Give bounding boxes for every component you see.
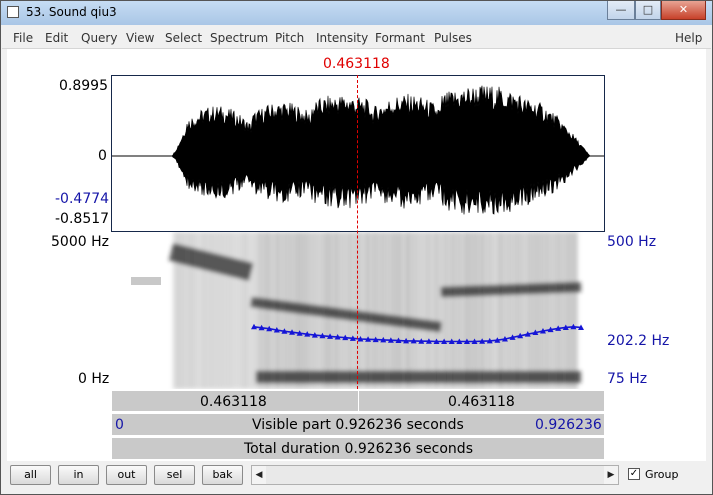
waveform-svg (112, 85, 604, 215)
pitch-mid-label: 202.2 Hz (607, 333, 670, 349)
time-panel-divider (358, 391, 359, 411)
menu-file[interactable]: File (13, 31, 33, 45)
close-button[interactable]: ✕ (661, 1, 706, 20)
spectrogram-freq-max: 5000 Hz (51, 234, 109, 250)
group-checkbox[interactable]: ✓ (628, 468, 640, 480)
menu-edit[interactable]: Edit (45, 31, 68, 45)
time-panel[interactable]: 0.463118 0.463118 (111, 390, 605, 412)
maximize-button[interactable]: □ (635, 1, 661, 20)
waveform-trace (112, 85, 604, 215)
menu-help[interactable]: Help (675, 31, 702, 45)
time-scrollbar[interactable]: ◀ ▶ (251, 465, 619, 485)
zoom-out-button[interactable]: out (106, 465, 147, 485)
spectrogram-freq-min: 0 Hz (78, 371, 110, 387)
visible-end: 0.926236 (535, 417, 602, 433)
spectrogram-svg (111, 232, 605, 389)
visible-start: 0 (115, 417, 124, 433)
window-title: 53. Sound qiu3 (26, 5, 117, 19)
title-bar[interactable]: 53. Sound qiu3 — □ ✕ (1, 1, 712, 25)
spectrogram-energy (168, 232, 582, 389)
menu-pulses[interactable]: Pulses (434, 31, 472, 45)
bottom-toolbar: all in out sel bak ◀ ▶ ✓ Group (2, 461, 711, 493)
total-duration-text: Total duration 0.926236 seconds (244, 441, 473, 457)
zoom-in-button[interactable]: in (58, 465, 99, 485)
menu-query[interactable]: Query (81, 31, 117, 45)
time-panel-left: 0.463118 (200, 394, 267, 410)
total-duration-panel[interactable]: Total duration 0.926236 seconds (111, 437, 605, 460)
menu-spectrum[interactable]: Spectrum (210, 31, 268, 45)
menu-bar: File Edit Query View Select Spectrum Pit… (2, 26, 711, 49)
time-panel-right: 0.463118 (448, 394, 515, 410)
pitch-max-label: 500 Hz (607, 234, 657, 250)
scroll-right-icon[interactable]: ▶ (604, 466, 618, 484)
group-label: Group (645, 468, 679, 481)
praat-sound-window: 53. Sound qiu3 — □ ✕ File Edit Query Vie… (0, 0, 713, 495)
visible-part-text: Visible part 0.926236 seconds (252, 417, 464, 433)
spectrogram-blob (131, 277, 161, 285)
zoom-back-button[interactable]: bak (202, 465, 243, 485)
waveform-y-zero: 0 (98, 148, 107, 164)
waveform-y-min: -0.8517 (55, 211, 110, 227)
menu-formant[interactable]: Formant (375, 31, 425, 45)
waveform-y-min-visible: -0.4774 (55, 191, 110, 207)
menu-select[interactable]: Select (165, 31, 202, 45)
pitch-min-label: 75 Hz (607, 371, 648, 387)
minimize-button[interactable]: — (607, 1, 635, 20)
visible-part-panel[interactable]: 0 Visible part 0.926236 seconds 0.926236 (111, 413, 605, 436)
waveform-panel[interactable] (111, 75, 605, 232)
waveform-y-max: 0.8995 (59, 78, 108, 94)
app-icon (7, 6, 19, 18)
all-button[interactable]: all (10, 465, 51, 485)
cursor-line (357, 75, 358, 389)
zoom-sel-button[interactable]: sel (154, 465, 195, 485)
scroll-left-icon[interactable]: ◀ (252, 466, 266, 484)
spectrogram-panel[interactable] (111, 232, 605, 389)
menu-intensity[interactable]: Intensity (316, 31, 368, 45)
cursor-time-label: 0.463118 (323, 56, 390, 72)
menu-view[interactable]: View (126, 31, 154, 45)
menu-pitch[interactable]: Pitch (275, 31, 304, 45)
